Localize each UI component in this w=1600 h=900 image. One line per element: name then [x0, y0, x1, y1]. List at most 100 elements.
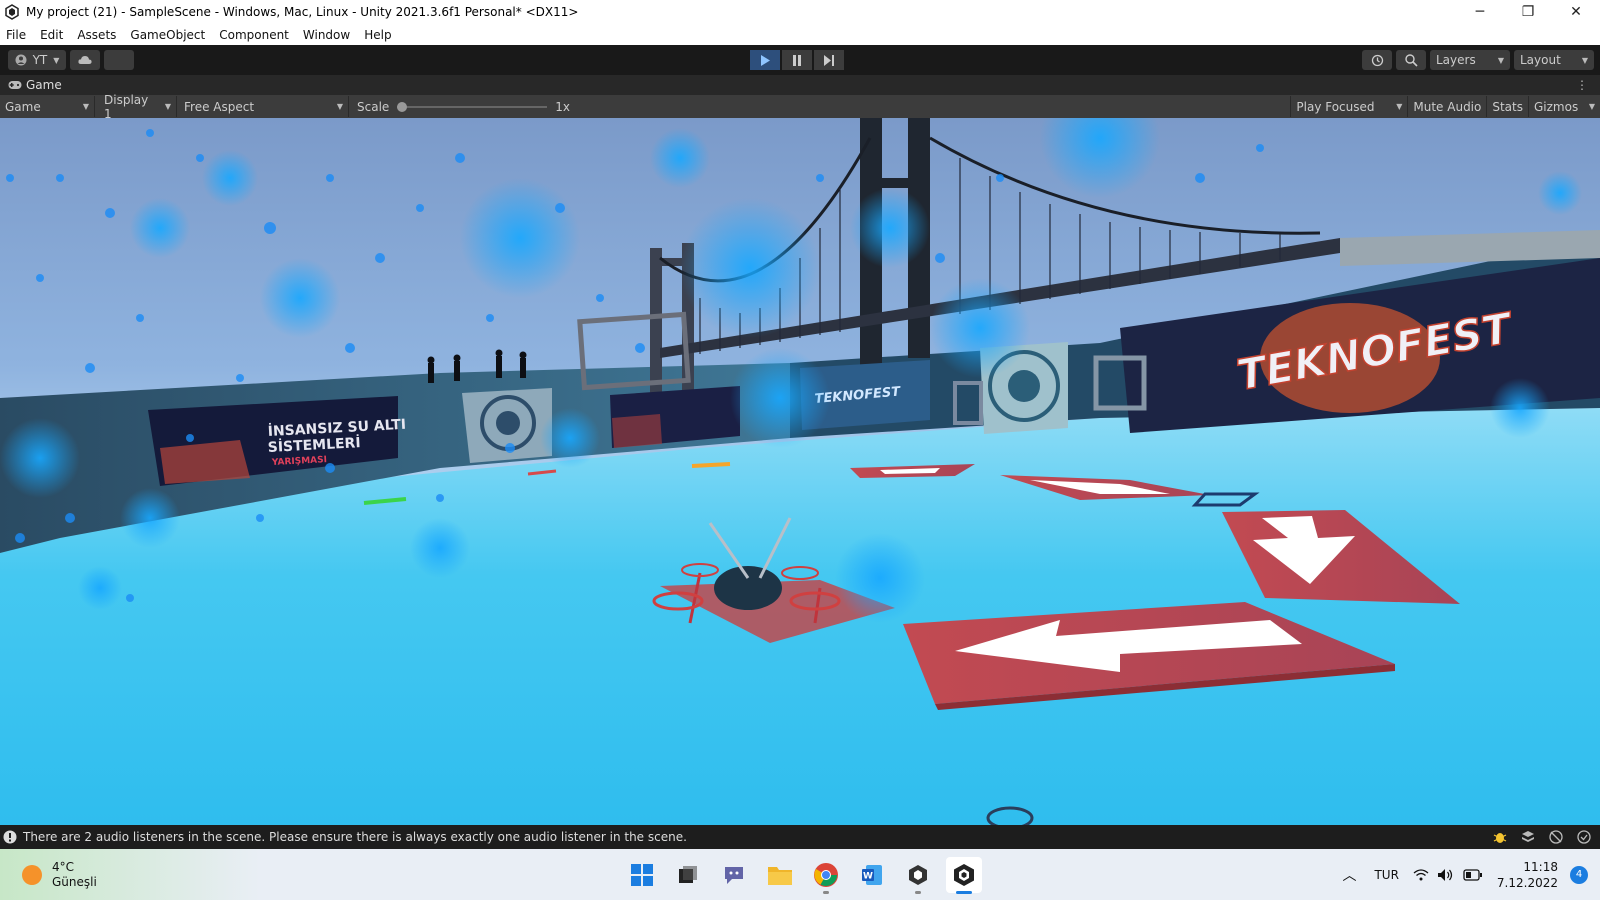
- menu-file[interactable]: File: [6, 28, 26, 42]
- title-bar: My project (21) - SampleScene - Windows,…: [0, 0, 1600, 24]
- menu-window[interactable]: Window: [303, 28, 350, 42]
- chat-button[interactable]: [716, 857, 752, 893]
- chevron-down-icon: ▼: [336, 102, 343, 111]
- teams-chat-icon: [725, 867, 743, 884]
- gizmos-dropdown[interactable]: Gizmos ▼: [1528, 96, 1600, 117]
- weather-widget[interactable]: 4°C Güneşli: [0, 849, 260, 900]
- word-button[interactable]: W: [854, 857, 890, 893]
- restore-icon: ❐: [1521, 4, 1535, 20]
- file-explorer-button[interactable]: [762, 857, 798, 893]
- battery-icon[interactable]: [1463, 868, 1483, 881]
- main-toolbar: YT ▼ Layers ▼ Layout ▼: [0, 45, 1600, 75]
- start-button[interactable]: [624, 857, 660, 893]
- running-indicator: [823, 891, 829, 894]
- clock[interactable]: 11:18 7.12.2022: [1497, 859, 1558, 891]
- close-button[interactable]: ✕: [1552, 0, 1600, 24]
- search-button[interactable]: [1396, 50, 1426, 70]
- taskbar-apps: W: [624, 857, 992, 894]
- chevron-up-icon[interactable]: ︿: [1342, 865, 1356, 885]
- view-select[interactable]: Game ▼: [0, 96, 95, 117]
- language-indicator[interactable]: TUR: [1374, 868, 1398, 882]
- unity-editor-button[interactable]: [946, 857, 982, 894]
- volume-icon[interactable]: [1437, 868, 1455, 882]
- word-icon: W: [862, 865, 882, 885]
- scale-slider-track: [397, 105, 548, 108]
- close-icon: ✕: [1570, 4, 1582, 20]
- mute-audio-toggle[interactable]: Mute Audio: [1407, 96, 1486, 117]
- search-icon: [1404, 53, 1418, 67]
- notification-badge[interactable]: 4: [1570, 865, 1588, 884]
- history-button[interactable]: [1362, 50, 1392, 70]
- display-select[interactable]: Display 1 ▼: [95, 93, 177, 121]
- status-icons: [1492, 829, 1600, 845]
- minimize-button[interactable]: ─: [1456, 0, 1504, 24]
- game-scene: İNSANSIZ SU ALTI SİSTEMLERİ YARIŞMASI TE…: [0, 118, 1600, 825]
- layout-dropdown[interactable]: Layout ▼: [1514, 50, 1594, 70]
- more-options-icon[interactable]: ⋮: [1576, 78, 1588, 92]
- cloud-button[interactable]: [70, 50, 100, 70]
- scale-label: Scale: [357, 99, 390, 114]
- info-icon: [3, 830, 17, 844]
- bug-icon[interactable]: [1492, 829, 1508, 845]
- network-disabled-icon[interactable]: [1548, 829, 1564, 845]
- play-controls: [750, 50, 846, 70]
- floor-marker-orange: [691, 462, 731, 468]
- sun-icon: [22, 864, 42, 885]
- chevron-down-icon: ▼: [1497, 55, 1504, 65]
- scale-slider-thumb[interactable]: [397, 101, 408, 112]
- menu-component[interactable]: Component: [219, 28, 289, 42]
- chevron-down-icon: ▼: [1396, 102, 1403, 111]
- game-viewport[interactable]: İNSANSIZ SU ALTI SİSTEMLERİ YARIŞMASI TE…: [0, 118, 1600, 825]
- wifi-icon[interactable]: [1413, 868, 1429, 882]
- chevron-down-icon: ▼: [1581, 55, 1588, 65]
- folder-icon: [768, 867, 792, 885]
- task-view-icon: [679, 866, 697, 883]
- check-circle-icon[interactable]: [1576, 829, 1592, 845]
- active-indicator: [956, 891, 972, 894]
- menu-gameobject[interactable]: GameObject: [130, 28, 205, 42]
- layers-stack-icon[interactable]: [1520, 829, 1536, 845]
- chevron-down-icon: ▼: [82, 102, 89, 111]
- menu-assets[interactable]: Assets: [77, 28, 116, 42]
- cloud-icon: [78, 56, 92, 64]
- unity-icon: [5, 4, 19, 20]
- windows-taskbar: 4°C Güneşli W ︿ TUR 11:18 7.12.2022 4: [0, 849, 1600, 900]
- account-dropdown[interactable]: YT ▼: [8, 50, 66, 70]
- chevron-down-icon: ▼: [1588, 102, 1595, 111]
- chrome-icon: [814, 863, 838, 887]
- toolbar-right: Layers ▼ Layout ▼: [1358, 50, 1594, 70]
- gamepad-icon: [8, 81, 22, 89]
- menu-help[interactable]: Help: [364, 28, 391, 42]
- chrome-button[interactable]: [808, 857, 844, 894]
- console-message: There are 2 audio listeners in the scene…: [23, 830, 687, 844]
- step-button[interactable]: [814, 50, 844, 70]
- scale-slider[interactable]: [397, 101, 548, 113]
- console-status-bar[interactable]: There are 2 audio listeners in the scene…: [0, 825, 1600, 849]
- chevron-down-icon: ▼: [53, 55, 60, 65]
- menu-edit[interactable]: Edit: [40, 28, 63, 42]
- system-tray: ︿ TUR 11:18 7.12.2022 4: [1342, 849, 1600, 900]
- layers-dropdown[interactable]: Layers ▼: [1430, 50, 1510, 70]
- minimize-icon: ─: [1475, 4, 1485, 20]
- game-tab-bar: Game ⋮: [0, 75, 1600, 95]
- aspect-select[interactable]: Free Aspect ▼: [177, 96, 349, 117]
- collab-button[interactable]: [104, 50, 134, 70]
- clock-time: 11:18: [1523, 859, 1558, 874]
- pause-button[interactable]: [782, 50, 812, 70]
- restore-button[interactable]: ❐: [1504, 0, 1552, 24]
- task-view-button[interactable]: [670, 857, 706, 893]
- layout-label: Layout: [1520, 53, 1561, 67]
- game-view-toolbar: Game ▼ Display 1 ▼ Free Aspect ▼ Scale 1…: [0, 93, 1600, 121]
- account-label: YT: [32, 53, 48, 67]
- step-icon: [823, 54, 834, 66]
- unity-hub-button[interactable]: [900, 857, 936, 894]
- tab-game[interactable]: Game: [26, 78, 62, 92]
- clock-date: 7.12.2022: [1496, 875, 1558, 890]
- play-focused-dropdown[interactable]: Play Focused ▼: [1290, 96, 1407, 117]
- layers-label: Layers: [1436, 53, 1476, 67]
- play-button[interactable]: [750, 50, 780, 70]
- stats-toggle[interactable]: Stats: [1486, 96, 1528, 117]
- unity-icon: [954, 864, 974, 886]
- gizmos-label: Gizmos: [1534, 99, 1579, 114]
- running-indicator: [915, 891, 921, 894]
